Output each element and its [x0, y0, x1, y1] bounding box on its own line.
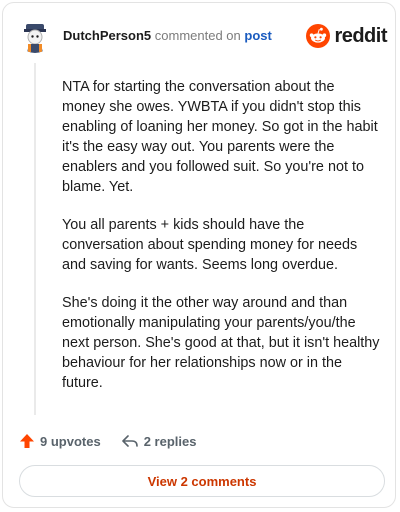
comment-header: DutchPerson5 commented on post reddit	[17, 17, 387, 53]
thread-line[interactable]	[34, 63, 36, 415]
reddit-logo[interactable]: reddit	[306, 23, 387, 49]
commented-on-text: commented on	[154, 28, 241, 43]
reddit-wordmark: reddit	[334, 24, 387, 47]
reply-count: 2 replies	[143, 433, 197, 449]
author-line: DutchPerson5 commented on post	[63, 28, 272, 44]
view-comments-button[interactable]: View 2 comments	[19, 465, 385, 497]
author-name[interactable]: DutchPerson5	[63, 28, 151, 43]
comment-paragraph: You all parents + kids should have the c…	[62, 217, 358, 273]
upvote-arrow-icon	[20, 434, 34, 448]
reddit-snoo-icon	[306, 24, 331, 48]
comment-actions: 9 upvotes 2 replies	[19, 431, 196, 451]
comment-paragraph: She's doing it the other way around and …	[62, 295, 380, 391]
comment-body: NTA for starting the conversation about …	[62, 77, 380, 411]
post-link[interactable]: post	[244, 28, 271, 43]
avatar[interactable]	[17, 17, 53, 53]
reply-arrow-icon	[121, 435, 138, 447]
comment-paragraph: NTA for starting the conversation about …	[62, 79, 378, 195]
upvote-count: 9 upvotes	[40, 433, 101, 449]
replies-button[interactable]: 2 replies	[121, 433, 197, 449]
comment-card: DutchPerson5 commented on post reddit NT…	[2, 2, 396, 508]
upvote-button[interactable]: 9 upvotes	[19, 433, 101, 449]
